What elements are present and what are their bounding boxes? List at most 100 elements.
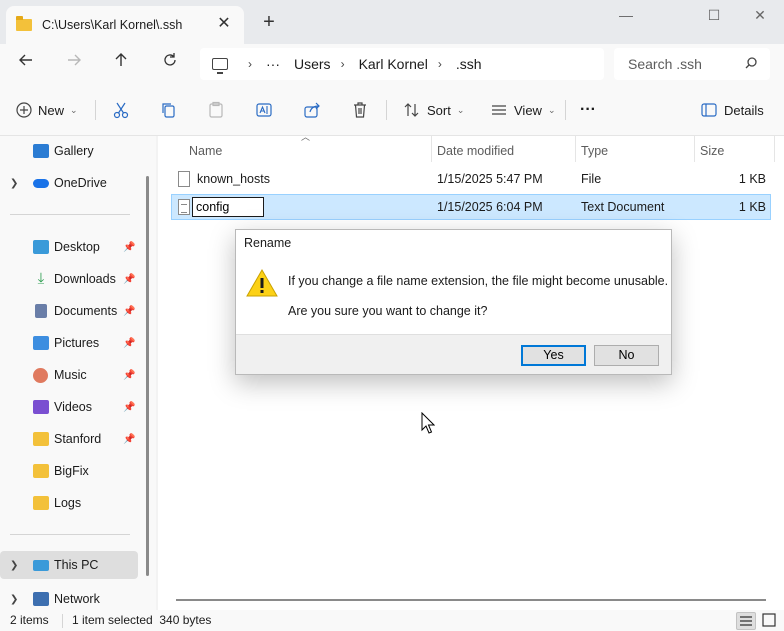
sidebar-item-logs[interactable]: Logs	[0, 489, 138, 517]
sidebar-item-label: BigFix	[54, 464, 89, 478]
sort-button[interactable]: Sort ⌄	[403, 98, 464, 122]
sidebar-item-label: OneDrive	[54, 176, 107, 190]
pin-icon[interactable]: 📌	[123, 402, 135, 413]
yes-button[interactable]: Yes	[521, 345, 586, 366]
close-window-button[interactable]: ✕	[740, 4, 780, 26]
rename-input[interactable]	[192, 197, 264, 217]
search-input[interactable]: Search .ssh	[614, 48, 770, 80]
column-header-name[interactable]: Name	[189, 140, 222, 162]
sidebar-item-label: Downloads	[54, 272, 116, 286]
pin-icon[interactable]: 📌	[123, 338, 135, 349]
sidebar-item-music[interactable]: Music 📌	[0, 361, 138, 389]
sidebar-scrollbar[interactable]	[146, 176, 149, 576]
sidebar-item-label: Pictures	[54, 336, 100, 350]
maximize-button[interactable]: ☐	[694, 4, 734, 26]
file-date: 1/15/2025 5:47 PM	[437, 172, 543, 186]
dialog-message: If you change a file name extension, the…	[288, 274, 669, 288]
share-button[interactable]	[303, 98, 327, 122]
chevron-down-icon: ⌄	[456, 104, 465, 115]
details-pane-button[interactable]: Details	[700, 98, 764, 122]
cut-button[interactable]	[112, 98, 136, 122]
sidebar-item-bigfix[interactable]: BigFix	[0, 457, 138, 485]
sidebar-item-this-pc[interactable]: ❯ This PC	[0, 551, 138, 579]
sidebar-item-network[interactable]: ❯ Network	[0, 585, 138, 613]
column-divider[interactable]	[774, 136, 775, 162]
copy-icon	[162, 103, 175, 118]
download-icon: ⤓	[37, 270, 45, 287]
chevron-right-icon[interactable]: ❯	[10, 560, 18, 571]
sort-icon	[404, 103, 419, 117]
file-type: Text Document	[581, 200, 665, 214]
sidebar-item-label: Videos	[54, 400, 92, 414]
document-icon	[35, 304, 47, 318]
sidebar-item-label: Gallery	[54, 144, 94, 158]
up-button[interactable]	[108, 52, 134, 76]
more-options-button[interactable]: ···	[580, 98, 596, 122]
file-type: File	[581, 172, 602, 186]
delete-button[interactable]	[351, 98, 375, 122]
column-header-date[interactable]: Date modified	[437, 140, 514, 162]
plus-circle-icon	[16, 102, 32, 118]
search-icon	[745, 57, 757, 69]
breadcrumb-karl-kornel[interactable]: Karl Kornel	[359, 56, 428, 72]
breadcrumb-overflow[interactable]: ···	[266, 56, 280, 72]
pin-icon[interactable]: 📌	[123, 434, 135, 445]
view-label: View	[514, 102, 542, 118]
sidebar-item-pictures[interactable]: Pictures 📌	[0, 329, 138, 357]
view-button[interactable]: View ⌄	[490, 98, 556, 122]
sidebar-item-documents[interactable]: Documents 📌	[0, 297, 138, 325]
divider	[95, 100, 96, 120]
minimize-button[interactable]: —	[606, 4, 646, 26]
breadcrumb-ssh[interactable]: .ssh	[456, 56, 482, 72]
details-pane-icon	[701, 103, 717, 117]
column-header-type[interactable]: Type	[581, 140, 608, 162]
address-row: › ··· Users › Karl Kornel › .ssh Search …	[0, 44, 784, 84]
copy-button[interactable]	[160, 98, 184, 122]
pin-icon[interactable]: 📌	[123, 242, 135, 253]
computer-icon	[212, 58, 228, 74]
address-bar[interactable]: › ··· Users › Karl Kornel › .ssh	[200, 48, 604, 80]
breadcrumb-users[interactable]: Users	[294, 56, 331, 72]
close-tab-button[interactable]: ✕	[214, 14, 234, 34]
horizontal-scrollbar[interactable]	[176, 599, 766, 601]
selection-info: 1 item selected 340 bytes	[72, 613, 212, 627]
sidebar-item-desktop[interactable]: Desktop 📌	[0, 233, 138, 261]
paste-button[interactable]	[207, 98, 231, 122]
no-button[interactable]: No	[594, 345, 659, 366]
tiles-view-button[interactable]	[760, 612, 780, 630]
pin-icon[interactable]: 📌	[123, 274, 135, 285]
chevron-right-icon[interactable]: ❯	[10, 594, 18, 605]
sidebar-item-downloads[interactable]: ⤓ Downloads 📌	[0, 265, 138, 293]
sidebar-item-gallery[interactable]: Gallery	[0, 137, 138, 165]
back-button[interactable]	[13, 52, 39, 76]
pin-icon[interactable]: 📌	[123, 306, 135, 317]
table-row[interactable]: 1/15/2025 6:04 PM Text Document 1 KB	[171, 194, 771, 220]
share-icon	[304, 102, 320, 118]
arrow-up-icon	[115, 53, 127, 66]
rename-button[interactable]	[255, 98, 279, 122]
details-view-icon	[740, 616, 752, 626]
sidebar-item-onedrive[interactable]: ❯ OneDrive	[0, 169, 138, 197]
pin-icon[interactable]: 📌	[123, 370, 135, 381]
chevron-right-icon[interactable]: ❯	[10, 178, 18, 189]
video-icon	[33, 400, 49, 414]
details-view-button[interactable]	[736, 612, 756, 630]
column-divider[interactable]	[575, 136, 576, 162]
column-divider[interactable]	[431, 136, 432, 162]
forward-button[interactable]	[61, 52, 87, 76]
sidebar-item-videos[interactable]: Videos 📌	[0, 393, 138, 421]
search-placeholder: Search .ssh	[628, 56, 702, 72]
gallery-icon	[33, 144, 49, 158]
sidebar-item-stanford[interactable]: Stanford 📌	[0, 425, 138, 453]
tab-title: C:\Users\Karl Kornel\.ssh	[42, 18, 183, 32]
column-header-size[interactable]: Size	[700, 140, 724, 162]
column-divider[interactable]	[694, 136, 695, 162]
tab-ssh[interactable]: C:\Users\Karl Kornel\.ssh ✕	[6, 6, 244, 44]
music-icon	[33, 367, 48, 383]
table-row[interactable]: known_hosts 1/15/2025 5:47 PM File 1 KB	[172, 167, 770, 191]
sidebar-item-label: Desktop	[54, 240, 100, 254]
new-tab-button[interactable]: +	[258, 12, 280, 34]
file-name: known_hosts	[197, 172, 270, 186]
new-button[interactable]: New ⌄	[16, 98, 78, 122]
refresh-button[interactable]	[157, 52, 183, 76]
